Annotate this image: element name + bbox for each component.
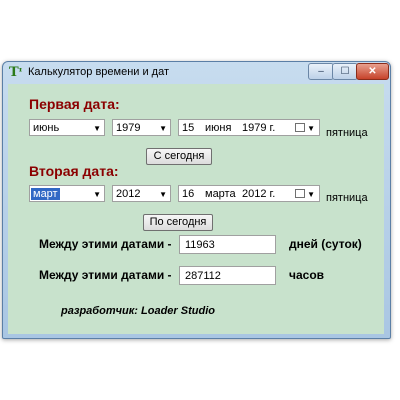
- hours-result-value: 287112: [185, 270, 221, 282]
- days-result-field[interactable]: 11963: [179, 235, 276, 254]
- calendar-icon: [295, 189, 305, 198]
- second-date-label: Вторая дата:: [29, 163, 119, 179]
- first-picker-day[interactable]: 15: [182, 122, 194, 134]
- maximize-button[interactable]: ☐: [332, 63, 358, 80]
- days-result-label: Между этими датами -: [39, 237, 172, 251]
- hours-result-field[interactable]: 287112: [179, 266, 276, 285]
- first-date-label: Первая дата:: [29, 96, 120, 112]
- second-picker-day[interactable]: 16: [182, 188, 194, 200]
- first-year-select[interactable]: 1979 ▼: [112, 119, 171, 136]
- second-picker-month[interactable]: марта: [205, 188, 236, 200]
- first-weekday: пятница: [326, 127, 368, 139]
- chevron-down-icon: ▼: [307, 190, 315, 199]
- app-window: Tᶦ Калькулятор времени и дат – ☐ ✕ Перва…: [2, 61, 391, 339]
- title-bar[interactable]: Tᶦ Калькулятор времени и дат – ☐ ✕: [3, 62, 390, 83]
- app-icon: Tᶦ: [9, 65, 23, 80]
- minimize-button[interactable]: –: [308, 63, 334, 80]
- first-year-value: 1979: [116, 122, 141, 134]
- second-date-picker[interactable]: 16 марта 2012 г. ▼: [178, 185, 320, 202]
- window-title: Калькулятор времени и дат: [28, 66, 170, 78]
- days-result-value: 11963: [185, 239, 215, 251]
- second-picker-year[interactable]: 2012 г.: [242, 188, 275, 200]
- days-unit-label: дней (суток): [289, 237, 362, 251]
- client-area: Первая дата: июнь ▼ 1979 ▼ 15 июня 1979 …: [8, 84, 384, 334]
- first-month-value: июнь: [33, 122, 60, 134]
- from-today-button[interactable]: С сегодня: [146, 148, 212, 165]
- second-month-value: март: [31, 188, 60, 200]
- close-button[interactable]: ✕: [356, 63, 389, 80]
- hours-result-label: Между этими датами -: [39, 268, 172, 282]
- second-year-value: 2012: [116, 188, 141, 200]
- first-picker-month[interactable]: июня: [205, 122, 231, 134]
- chevron-down-icon: ▼: [307, 124, 315, 133]
- developer-credit: разработчик: Loader Studio: [61, 305, 215, 317]
- chevron-down-icon: ▼: [93, 190, 101, 199]
- calendar-icon: [295, 123, 305, 132]
- first-month-select[interactable]: июнь ▼: [29, 119, 105, 136]
- second-month-select[interactable]: март ▼: [29, 185, 105, 202]
- hours-unit-label: часов: [289, 268, 325, 282]
- first-picker-year[interactable]: 1979 г.: [242, 122, 275, 134]
- chevron-down-icon: ▼: [159, 190, 167, 199]
- second-weekday: пятница: [326, 192, 368, 204]
- chevron-down-icon: ▼: [159, 124, 167, 133]
- first-date-picker[interactable]: 15 июня 1979 г. ▼: [178, 119, 320, 136]
- until-today-button[interactable]: По сегодня: [143, 214, 213, 231]
- second-year-select[interactable]: 2012 ▼: [112, 185, 171, 202]
- chevron-down-icon: ▼: [93, 124, 101, 133]
